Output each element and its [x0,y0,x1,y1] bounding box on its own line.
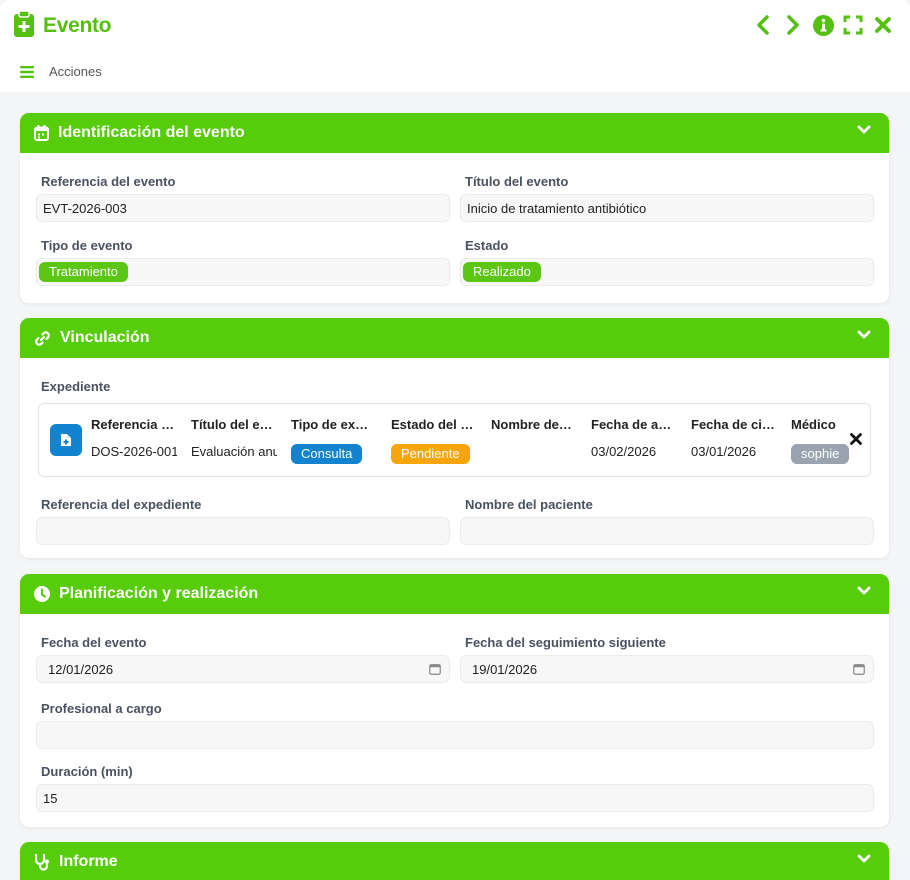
clipboard-medical-icon [14,9,34,42]
planning-section-title: Planificación y realización [59,585,259,602]
hamburger-icon [20,65,34,78]
linked-column-header: Tipo de expediente [291,417,375,432]
linked-column-value: 03/02/2026 [591,444,657,459]
followup-date-field[interactable]: 19/01/2026 [460,655,874,683]
event-type-field[interactable]: Tratamiento [36,258,450,286]
professional-field[interactable] [36,721,874,749]
info-icon [812,14,834,36]
window-header: Evento Acciones [0,0,910,92]
close-icon [875,17,891,33]
stethoscope-icon [34,853,49,871]
planning-section-header[interactable]: Planificación y realización [20,574,889,614]
status-badge: Realizado [463,262,541,282]
status-label: Estado [465,238,509,253]
linking-section: Vinculación Expediente Referencia del ex… [20,318,889,558]
next-button[interactable] [782,13,804,37]
linked-column-header: Fecha de apertura [591,417,675,432]
close-icon [850,433,862,445]
event-type-label: Tipo de evento [41,238,133,253]
calendar-icon[interactable] [429,663,441,675]
file-reference-field[interactable] [36,517,450,545]
calendar-icon[interactable] [853,663,865,675]
chevron-right-icon [787,15,799,35]
identification-section: Identificación del evento Referencia del… [20,113,889,303]
identification-section-header[interactable]: Identificación del evento [20,113,889,153]
linked-column-value: Pendiente [391,444,470,464]
previous-button[interactable] [752,13,774,37]
followup-date-label: Fecha del seguimiento siguiente [465,635,666,650]
event-date-field[interactable]: 12/01/2026 [36,655,450,683]
report-section-header[interactable]: Informe [20,842,889,880]
event-window: Evento Acciones Identificación del event… [0,0,910,880]
linked-file-card[interactable]: Referencia del expediente DOS-2026-001 Tít… [38,403,871,477]
calendar-icon [34,125,49,141]
event-date-value: 12/01/2026 [48,661,114,677]
event-type-tag: Tratamiento [39,262,128,282]
event-reference-label: Referencia del evento [41,174,176,189]
linked-column-value: 03/01/2026 [691,444,757,459]
linked-column-header: Referencia del expediente [91,417,175,432]
report-section: Informe [20,842,889,880]
unlink-button[interactable] [850,432,862,450]
info-button[interactable] [812,13,834,37]
fullscreen-button[interactable] [842,13,864,37]
actions-label: Acciones [49,64,102,79]
linking-section-header[interactable]: Vinculación [20,318,889,358]
linked-column-header: Fecha de cierre [691,417,775,432]
document-icon [50,424,82,456]
file-reference-label: Referencia del expediente [41,497,202,512]
chevron-down-icon [857,330,871,339]
duration-field[interactable]: 15 [36,784,874,812]
report-section-title: Informe [59,853,118,870]
event-title-field[interactable]: Inicio de tratamiento antibiótico [460,194,874,222]
actions-menu-button[interactable]: Acciones [20,64,102,79]
planning-section: Planificación y realización Fecha del ev… [20,574,889,827]
followup-date-value: 19/01/2026 [472,661,538,677]
linked-column-header: Médico [791,417,836,432]
app-title: Evento [14,9,112,42]
linked-column-header: Estado del expediente [391,417,475,432]
patient-name-label: Nombre del paciente [465,497,593,512]
patient-name-field[interactable] [460,517,874,545]
file-label: Expediente [41,379,111,394]
identification-section-title: Identificación del evento [58,124,245,141]
linked-column-header: Nombre del paciente [491,417,575,432]
linking-section-title: Vinculación [60,329,150,346]
status-field[interactable]: Realizado [460,258,874,286]
professional-label: Profesional a cargo [41,701,162,716]
page-title: Evento [43,14,112,37]
linked-column-value: Consulta [291,444,363,464]
chevron-left-icon [757,15,769,35]
link-icon [35,330,50,346]
close-button[interactable] [872,13,894,37]
duration-label: Duración (min) [41,764,133,779]
window-controls [752,13,894,37]
chevron-down-icon [857,586,871,595]
chevron-down-icon [857,854,871,863]
linked-column-value: DOS-2026-001 [91,444,177,459]
linked-column-value: sophie [791,444,850,464]
event-reference-field[interactable]: EVT-2026-003 [36,194,450,222]
chevron-down-icon [857,125,871,134]
event-title-label: Título del evento [465,174,569,189]
linked-column-header: Título del expediente [191,417,275,432]
event-date-label: Fecha del evento [41,635,147,650]
expand-icon [843,15,863,35]
clock-icon [34,586,50,602]
linked-column-value: Evaluación anual [191,444,277,459]
